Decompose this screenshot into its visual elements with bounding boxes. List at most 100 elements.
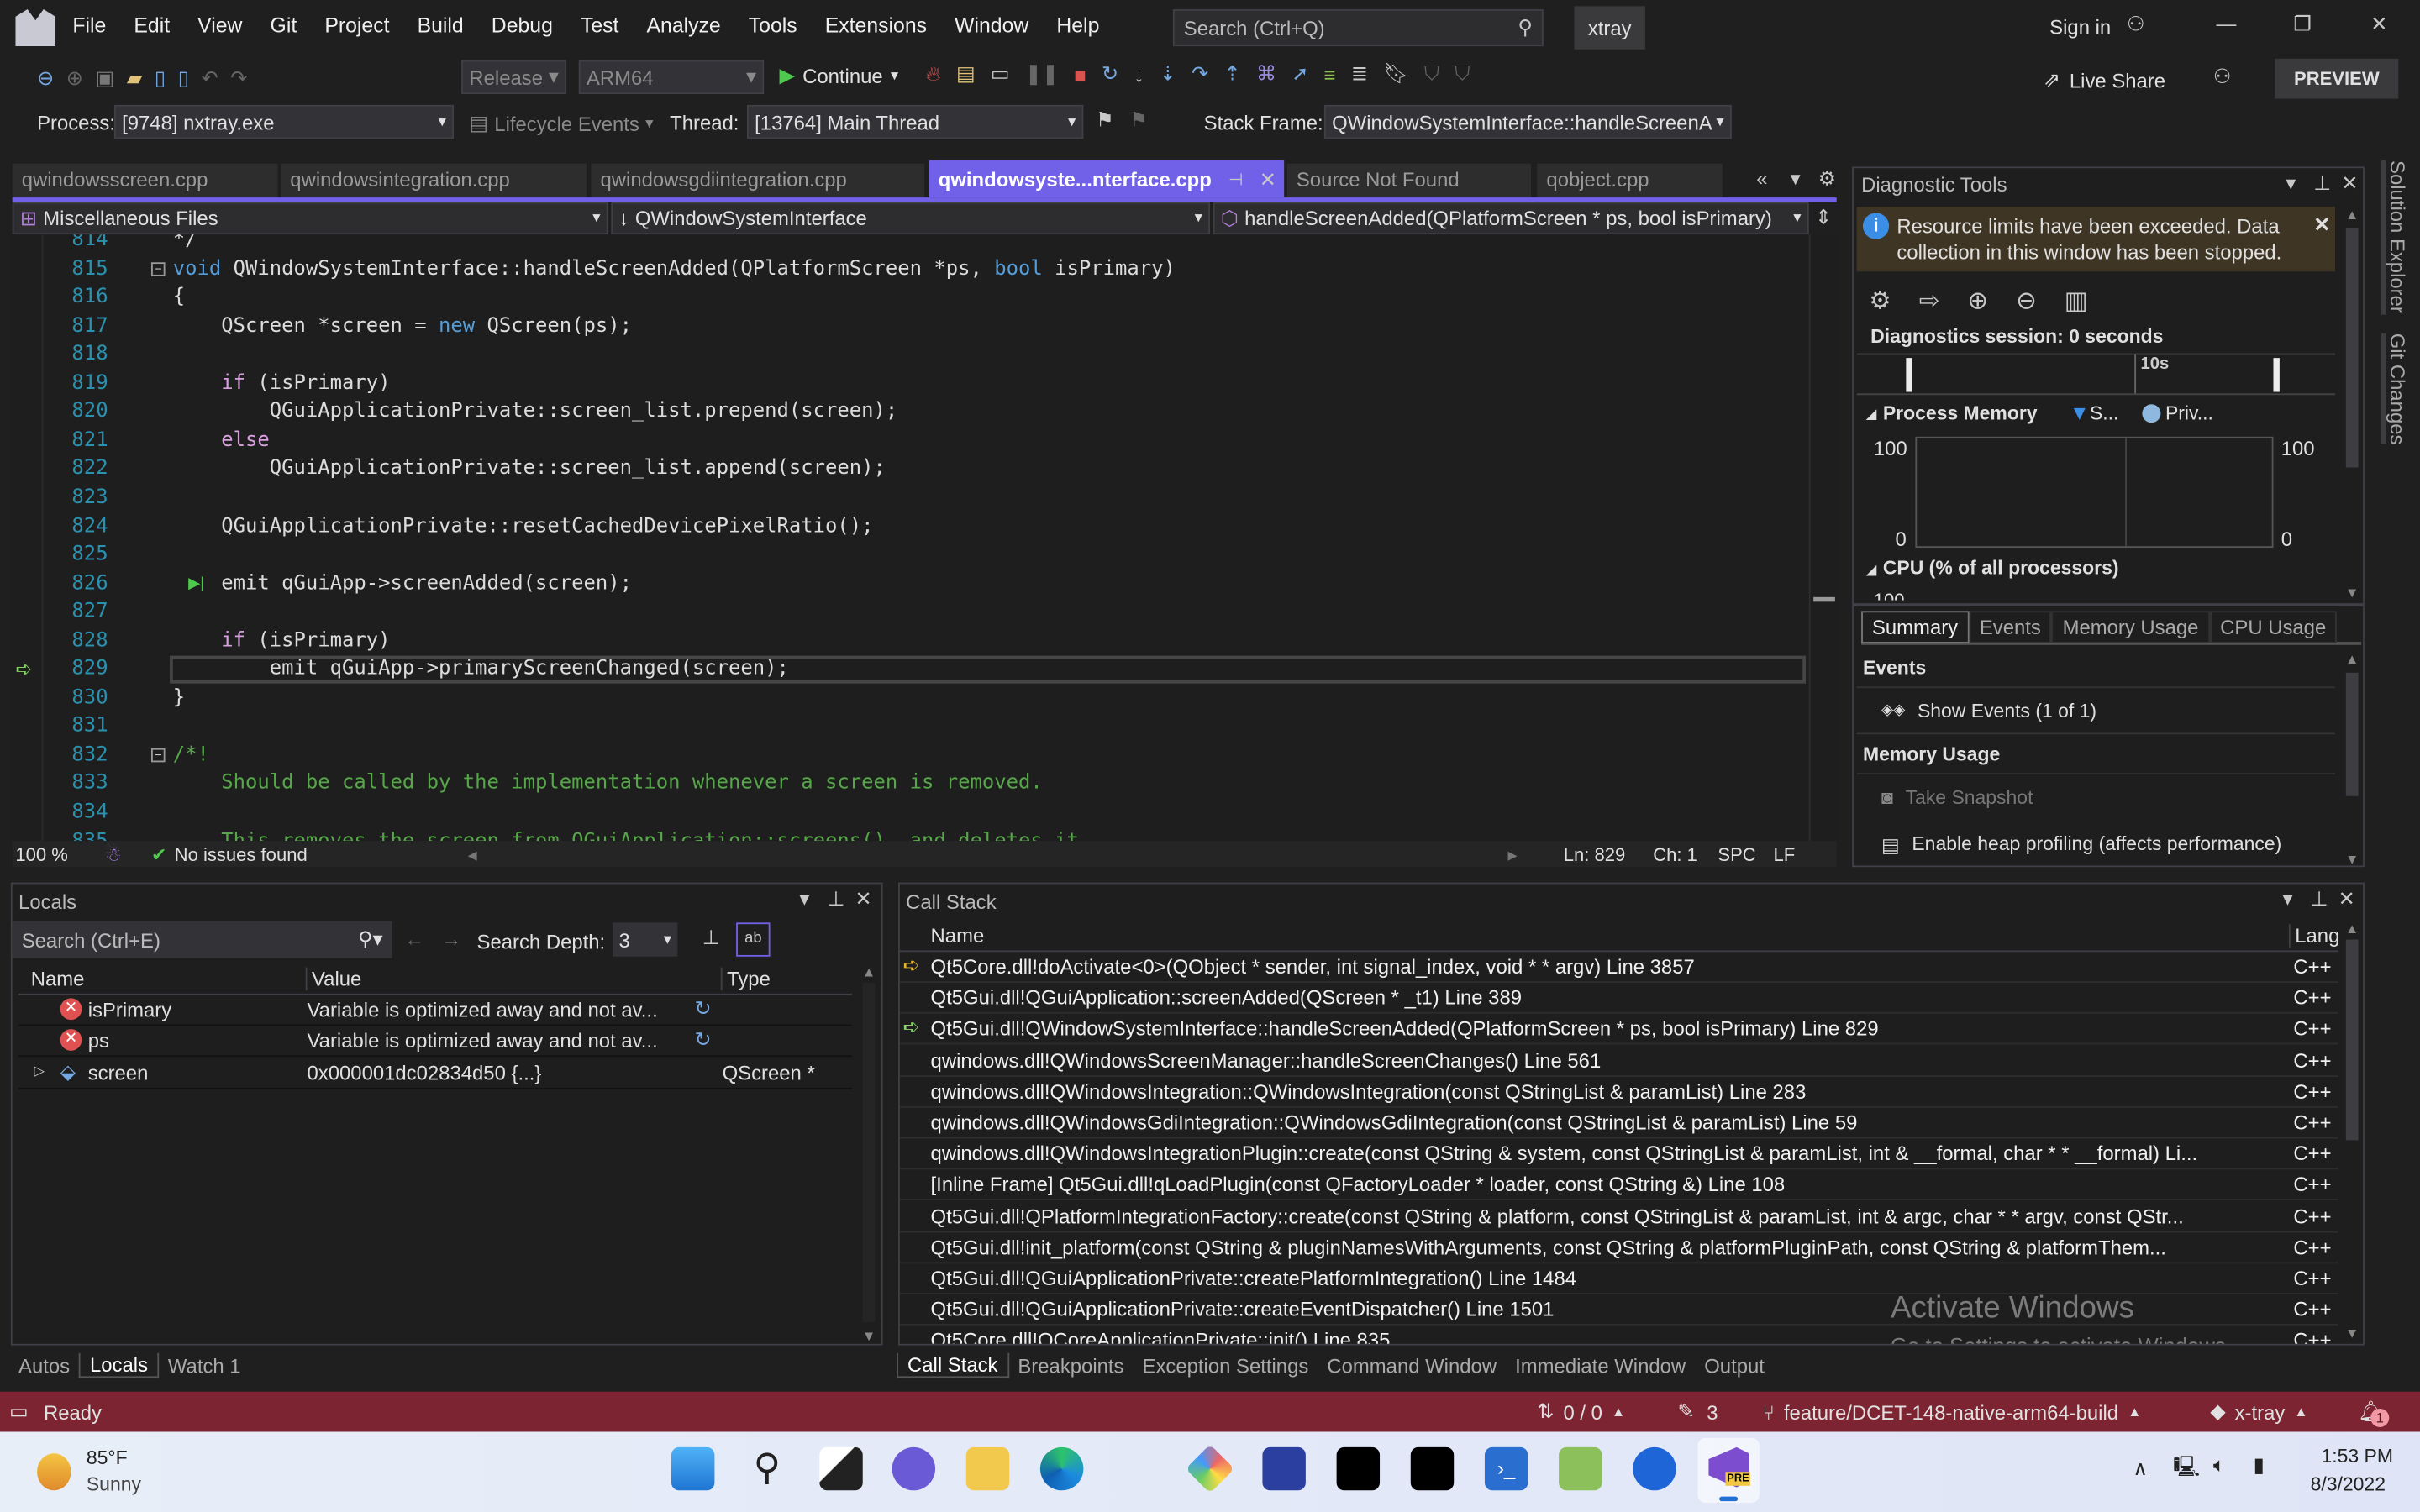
call-stack-row[interactable]: Qt5Gui.dll!init_platform(const QString &…: [899, 1232, 2338, 1263]
menu-analyze[interactable]: Analyze: [633, 14, 734, 38]
show-events-link[interactable]: ◈◈ Show Events (1 of 1): [1856, 688, 2335, 735]
menu-git[interactable]: Git: [256, 14, 311, 38]
sign-in-link[interactable]: Sign in: [2049, 15, 2111, 39]
tab-command-window[interactable]: Command Window: [1318, 1354, 1506, 1378]
whitespace-mode[interactable]: SPC: [1718, 843, 1773, 865]
call-stack-row[interactable]: Qt5Gui.dll!QPlatformIntegrationFactory::…: [899, 1201, 2338, 1232]
tab-5[interactable]: qobject.cpp: [1537, 163, 1723, 198]
visual-studio-icon[interactable]: PRE: [1697, 1437, 1760, 1503]
notepad-icon[interactable]: [1559, 1446, 1602, 1491]
close-icon[interactable]: ✕: [2341, 171, 2358, 196]
feedback-icon[interactable]: ⚇: [2213, 65, 2231, 89]
tab-events[interactable]: Events: [1968, 610, 2052, 643]
notifications-button[interactable]: 🔔︎ 1: [2359, 1399, 2390, 1427]
pin-icon[interactable]: ⊥: [2313, 171, 2331, 196]
expand-icon[interactable]: ▷: [34, 1063, 45, 1079]
member-dropdown[interactable]: ⬡ handleScreenAdded(QPlatformScreen * ps,…: [1213, 202, 1809, 235]
search-depth-dropdown[interactable]: 3 ▾: [613, 922, 678, 957]
pending-changes[interactable]: ✎ 3: [1678, 1399, 1718, 1424]
flag-icon[interactable]: ⚑: [1096, 108, 1113, 133]
code-editor[interactable]: 814 */815 void QWindowSystemInterface::han…: [12, 234, 1837, 842]
sync-status[interactable]: ⇅ 0 / 0 ▲: [1537, 1399, 1625, 1424]
search-icon[interactable]: ⚲: [745, 1447, 788, 1490]
heap-profiling-option[interactable]: ▤ Enable heap profiling (affects performa…: [1857, 821, 2335, 867]
export-icon[interactable]: ⇨: [1919, 286, 1940, 317]
vertical-scrollbar[interactable]: [1808, 234, 1837, 842]
find-icon[interactable]: ▤: [956, 61, 976, 86]
project-dropdown[interactable]: ⊞ Miscellaneous Files ▾: [12, 202, 608, 235]
range-handle-start[interactable]: [1906, 358, 1912, 392]
tab-autos[interactable]: Autos: [9, 1354, 79, 1378]
live-share-button[interactable]: ⇗ Live Share: [2044, 68, 2165, 92]
forward-icon[interactable]: ⊕: [66, 66, 83, 91]
pin-to-source-icon[interactable]: ⊥: [702, 926, 720, 950]
diagnostics-scrollbar[interactable]: ▲ ▼: [2341, 207, 2363, 600]
tab-summary[interactable]: Summary: [1861, 610, 1969, 643]
powershell-icon[interactable]: ›_: [1484, 1446, 1528, 1491]
locals-search-input[interactable]: Search (Ctrl+E) ⚲▾: [12, 921, 392, 958]
solution-explorer-tab[interactable]: Solution Explorer: [2381, 160, 2409, 315]
clock-date[interactable]: 8/3/2022: [2311, 1473, 2386, 1495]
menu-project[interactable]: Project: [311, 14, 403, 38]
network-icon[interactable]: 🖳︎: [2173, 1453, 2200, 1487]
thread-dropdown[interactable]: [13764] Main Thread ▾: [746, 104, 1084, 139]
tab-4[interactable]: Source Not Found: [1286, 163, 1532, 198]
zoom-out-icon[interactable]: ⊖: [2016, 286, 2037, 317]
close-tab-icon[interactable]: ✕: [1260, 168, 1276, 192]
tab-output[interactable]: Output: [1695, 1354, 1774, 1378]
close-icon[interactable]: ✕: [855, 887, 872, 911]
panel-menu-icon[interactable]: ▾: [2286, 171, 2296, 196]
tab-1[interactable]: qwindowsintegration.cpp: [281, 163, 587, 198]
intellicode-icon[interactable]: ☃: [105, 843, 151, 865]
restart-icon[interactable]: ↻: [1102, 61, 1118, 86]
panel-menu-icon[interactable]: ▾: [799, 887, 809, 911]
menu-test[interactable]: Test: [566, 14, 633, 38]
back-icon[interactable]: ⊖: [37, 66, 54, 91]
close-icon[interactable]: ✕: [2370, 13, 2387, 37]
step-into-icon[interactable]: ⇣: [1160, 61, 1176, 86]
column-name[interactable]: Name: [31, 968, 85, 991]
diagnostics-icon[interactable]: ⌘: [1256, 61, 1276, 86]
save-icon[interactable]: ▯: [155, 66, 166, 91]
tab-dropdown-icon[interactable]: ▾: [1791, 166, 1801, 191]
search-forward-icon[interactable]: →: [441, 927, 461, 951]
pause-icon[interactable]: ❚❚: [1025, 61, 1059, 86]
clock-time[interactable]: 1:53 PM: [2321, 1446, 2393, 1467]
scroll-tabs-icon[interactable]: «: [1756, 166, 1767, 190]
tab-call-stack[interactable]: Call Stack: [897, 1352, 1009, 1378]
save-app-icon[interactable]: [1262, 1446, 1306, 1491]
tab-0[interactable]: qwindowsscreen.cpp: [12, 163, 278, 198]
take-snapshot-button[interactable]: ◙ Take Snapshot: [1857, 774, 2335, 821]
scope-dropdown[interactable]: ↓ QWindowSystemInterface ▾: [611, 202, 1211, 235]
open-folder-icon[interactable]: ▰: [127, 66, 142, 91]
show-hidden-icons[interactable]: ∧: [2133, 1457, 2147, 1481]
terminal-icon[interactable]: [1410, 1446, 1455, 1491]
volume-icon[interactable]: 🔈︎: [2213, 1453, 2225, 1478]
stop-icon[interactable]: ■: [1074, 62, 1086, 86]
show-next-statement-icon[interactable]: ↓: [1134, 62, 1144, 86]
tab-immediate-window[interactable]: Immediate Window: [1506, 1354, 1695, 1378]
tab-2[interactable]: qwindowsgdiintegration.cpp: [591, 163, 925, 198]
locals-row[interactable]: ✕ ps Variable is optimized away and not av…: [18, 1026, 852, 1058]
call-stack-row[interactable]: ➪ Qt5Gui.dll!QWindowSystemInterface::hand…: [899, 1014, 2338, 1046]
zoom-level[interactable]: 100 %: [13, 843, 105, 865]
process-dropdown[interactable]: [9748] nxtray.exe ▾: [113, 104, 455, 139]
menu-edit[interactable]: Edit: [120, 14, 184, 38]
column-name[interactable]: Name: [931, 924, 985, 948]
search-box[interactable]: Search (Ctrl+Q) ⚲: [1172, 9, 1544, 47]
search-back-icon[interactable]: ←: [404, 927, 424, 951]
cursor-icon[interactable]: ➚: [1292, 61, 1308, 86]
call-stack-row[interactable]: [Inline Frame] Qt5Gui.dll!qLoadPlugin(co…: [899, 1170, 2338, 1201]
git-app-icon[interactable]: [1185, 1444, 1235, 1494]
task-view-icon[interactable]: [819, 1446, 863, 1491]
preview-badge[interactable]: PREVIEW: [2275, 58, 2399, 99]
new-project-icon[interactable]: ▣: [96, 66, 115, 91]
line-endings[interactable]: LF: [1774, 843, 1796, 865]
call-stack-scrollbar[interactable]: ▲ ▼: [2341, 921, 2363, 1341]
next-bookmark-icon[interactable]: ⛉: [1455, 61, 1470, 86]
collapse-icon[interactable]: ◢: [1866, 562, 1877, 579]
uncomment-icon[interactable]: ≣: [1351, 61, 1368, 86]
tab-exception-settings[interactable]: Exception Settings: [1134, 1354, 1318, 1378]
restore-icon[interactable]: ❐: [2293, 13, 2311, 37]
teams-chat-icon[interactable]: [892, 1446, 936, 1491]
